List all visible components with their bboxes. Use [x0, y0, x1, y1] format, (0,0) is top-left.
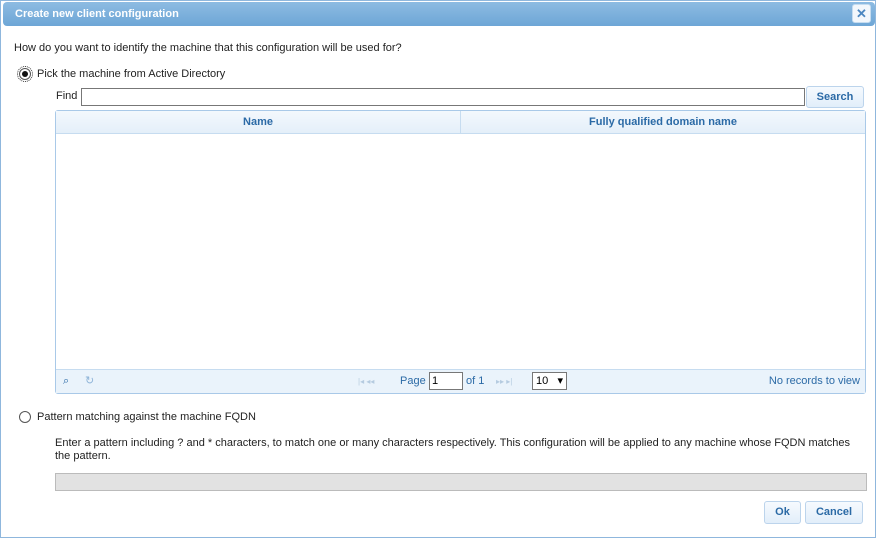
dialog: Create new client configuration ✕ How do… — [0, 0, 876, 538]
grid-pager: ⌕ ↻ |◂ ◂◂ Page of 1 ▸▸ ▸| 10 ▾ No records… — [56, 369, 865, 393]
pattern-help-text: Enter a pattern including ? and * charac… — [55, 437, 851, 462]
find-input[interactable] — [81, 88, 805, 106]
first-page-icon[interactable]: |◂ ◂◂ — [358, 370, 374, 393]
records-status: No records to view — [768, 375, 860, 387]
page-size-select[interactable]: 10 ▾ — [532, 372, 567, 390]
radio-pattern-matching-label: Pattern matching against the machine FQD… — [37, 411, 256, 423]
search-button[interactable]: Search — [806, 86, 864, 108]
ok-button[interactable]: Ok — [764, 501, 801, 524]
machines-grid: Name Fully qualified domain name ⌕ ↻ |◂ … — [55, 110, 866, 394]
pattern-input[interactable] — [55, 473, 867, 491]
grid-header: Name Fully qualified domain name — [56, 111, 865, 134]
radio-pattern-matching[interactable] — [19, 411, 31, 423]
radio-active-directory-label: Pick the machine from Active Directory — [37, 68, 226, 80]
radio-active-directory[interactable] — [17, 66, 33, 82]
dialog-title-bar: Create new client configuration — [3, 2, 875, 26]
chevron-down-icon: ▾ — [557, 375, 563, 387]
page-label: Page — [400, 375, 426, 387]
next-page-icon[interactable]: ▸▸ ▸| — [496, 370, 512, 393]
find-label: Find — [56, 90, 78, 102]
refresh-icon[interactable]: ↻ — [85, 370, 94, 393]
search-icon[interactable]: ⌕ — [63, 370, 69, 393]
column-header-fqdn[interactable]: Fully qualified domain name — [461, 111, 865, 133]
close-icon[interactable]: ✕ — [852, 4, 871, 23]
page-count: of 1 — [466, 375, 485, 387]
column-header-name[interactable]: Name — [56, 111, 461, 133]
cancel-button[interactable]: Cancel — [805, 501, 863, 524]
dialog-title: Create new client configuration — [15, 8, 179, 20]
page-size-value: 10 — [536, 375, 549, 387]
page-input[interactable] — [429, 372, 463, 390]
question-text: How do you want to identify the machine … — [14, 42, 402, 54]
